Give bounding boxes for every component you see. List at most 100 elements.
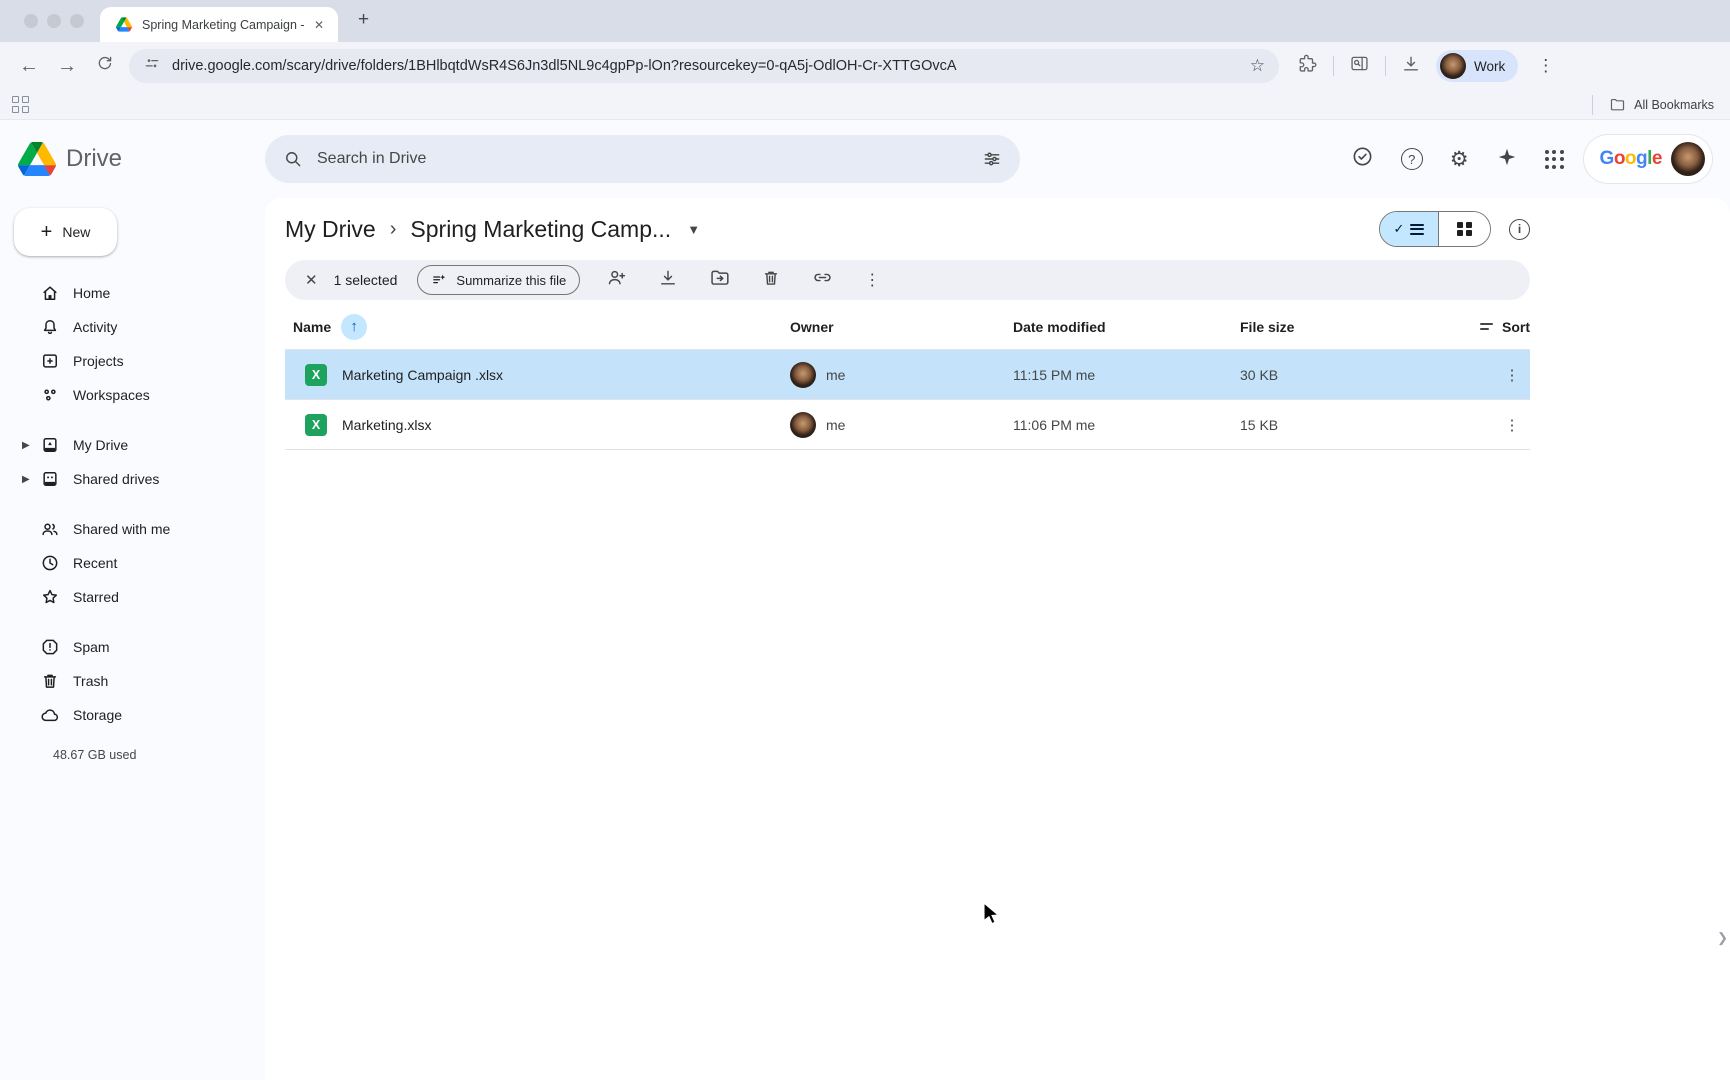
extensions-icon[interactable] [1297,53,1318,79]
list-view-button[interactable]: ✓ [1380,212,1438,246]
drive-body: + New Home Activity [0,198,1730,1080]
breadcrumb-current-folder[interactable]: Spring Marketing Camp... [410,216,671,243]
window-controls[interactable] [24,14,84,28]
browser-profile-button[interactable]: Work [1436,50,1518,82]
browser-tab[interactable]: Spring Marketing Campaign - ✕ [100,7,338,42]
copy-link-icon[interactable] [812,267,833,293]
star-icon [40,587,60,607]
bookmark-star-icon[interactable]: ☆ [1250,56,1265,76]
google-account-button[interactable]: Google [1584,135,1712,183]
window-minimize-button[interactable] [47,14,61,28]
sidebar-item-storage[interactable]: Storage [14,698,265,732]
sidebar-item-shared-with-me[interactable]: Shared with me [14,512,265,546]
file-name[interactable]: Marketing Campaign .xlsx [342,367,503,383]
file-name[interactable]: Marketing.xlsx [342,417,431,433]
info-icon[interactable]: i [1509,219,1530,240]
drive-logo-text: Drive [66,145,122,173]
trash-icon [40,671,60,691]
google-apps-grid-icon[interactable] [1545,150,1564,169]
owner-name: me [826,417,845,433]
window-close-button[interactable] [24,14,38,28]
sidebar-item-activity[interactable]: Activity [14,310,265,344]
file-row[interactable]: X Marketing.xlsx me 11:06 PM me 15 KB ⋮ [285,400,1530,450]
help-icon[interactable]: ? [1401,148,1423,170]
owner-name: me [826,367,845,383]
drive-favicon [114,15,134,35]
drive-header-icons: ? ⚙ [1351,145,1564,173]
all-bookmarks-button[interactable]: All Bookmarks [1592,95,1714,115]
owner-avatar [790,362,816,388]
address-bar[interactable]: drive.google.com/scary/drive/folders/1BH… [129,49,1279,83]
new-button[interactable]: + New [14,208,117,256]
view-toggle: ✓ [1379,211,1491,247]
summarize-icon [431,272,448,289]
profile-label: Work [1474,59,1505,74]
summarize-file-button[interactable]: Summarize this file [417,265,580,295]
modified-column-header[interactable]: Date modified [1005,319,1232,335]
excel-file-icon: X [305,414,327,436]
sidebar-item-shared-drives[interactable]: ▶ Shared drives [14,462,265,496]
url-text[interactable]: drive.google.com/scary/drive/folders/1BH… [172,58,1239,74]
sidebar-item-home[interactable]: Home [14,276,265,310]
browser-tab-strip: Spring Marketing Campaign - ✕ + [0,0,1730,42]
sort-button[interactable]: Sort [1494,319,1530,335]
workspaces-icon [40,385,60,405]
clock-icon [40,553,60,573]
settings-gear-icon[interactable]: ⚙ [1450,147,1469,172]
list-view-icon [1410,221,1424,237]
sort-lines-icon [1480,323,1493,330]
toolbar-divider [1385,56,1386,76]
owner-column-header[interactable]: Owner [782,319,1005,335]
clear-selection-icon[interactable]: ✕ [301,271,322,289]
sidebar-item-projects[interactable]: Projects [14,344,265,378]
forward-icon[interactable]: → [48,51,86,82]
move-to-folder-icon[interactable] [709,267,730,293]
gemini-sparkle-icon[interactable] [1496,146,1518,173]
breadcrumb-my-drive[interactable]: My Drive [285,216,376,243]
browser-menu-icon[interactable]: ⋮ [1533,56,1558,76]
sidebar-item-spam[interactable]: Spam [14,630,265,664]
sidebar-item-recent[interactable]: Recent [14,546,265,580]
side-panel-search-icon[interactable] [1349,53,1370,79]
site-info-icon[interactable] [143,55,161,78]
back-icon[interactable]: ← [10,51,48,82]
expand-chevron-icon[interactable]: ▶ [22,440,40,451]
plus-icon: + [41,221,53,244]
sidebar-item-my-drive[interactable]: ▶ My Drive [14,428,265,462]
window-maximize-button[interactable] [70,14,84,28]
drive-logo[interactable]: Drive [18,142,265,176]
excel-file-icon: X [305,364,327,386]
all-bookmarks-label: All Bookmarks [1634,98,1714,112]
more-actions-icon[interactable]: ⋮ [864,270,880,290]
tab-close-button[interactable]: ✕ [310,16,328,34]
file-row[interactable]: X Marketing Campaign .xlsx me 11:15 PM m… [285,350,1530,400]
trash-icon[interactable] [761,268,781,293]
row-menu-icon[interactable]: ⋮ [1494,416,1530,434]
download-icon[interactable] [658,268,678,293]
advanced-search-icon[interactable] [982,149,1002,169]
name-column-header[interactable]: Name [293,319,331,335]
scroll-hint-icon[interactable]: ❯ [1717,930,1728,946]
sort-ascending-icon[interactable]: ↑ [341,314,367,340]
home-icon [40,283,60,303]
new-button-label: New [62,224,90,240]
new-tab-button[interactable]: + [352,9,375,31]
offline-status-icon[interactable] [1351,145,1374,173]
folder-menu-caret-icon[interactable]: ▼ [687,222,700,237]
reload-icon[interactable] [86,50,123,83]
file-size: 30 KB [1232,367,1494,383]
sidebar-item-trash[interactable]: Trash [14,664,265,698]
sidebar-item-starred[interactable]: Starred [14,580,265,614]
share-add-person-icon[interactable] [606,267,627,293]
grid-view-icon [1457,222,1472,237]
downloads-icon[interactable] [1401,54,1421,79]
sidebar: + New Home Activity [0,198,265,1080]
breadcrumb-separator-icon: › [390,218,397,241]
grid-view-button[interactable] [1438,212,1490,246]
size-column-header[interactable]: File size [1232,319,1494,335]
row-menu-icon[interactable]: ⋮ [1494,366,1530,384]
search-input[interactable]: Search in Drive [265,135,1020,183]
sidebar-item-workspaces[interactable]: Workspaces [14,378,265,412]
apps-shortcut-icon[interactable] [12,96,29,113]
expand-chevron-icon[interactable]: ▶ [22,474,40,485]
